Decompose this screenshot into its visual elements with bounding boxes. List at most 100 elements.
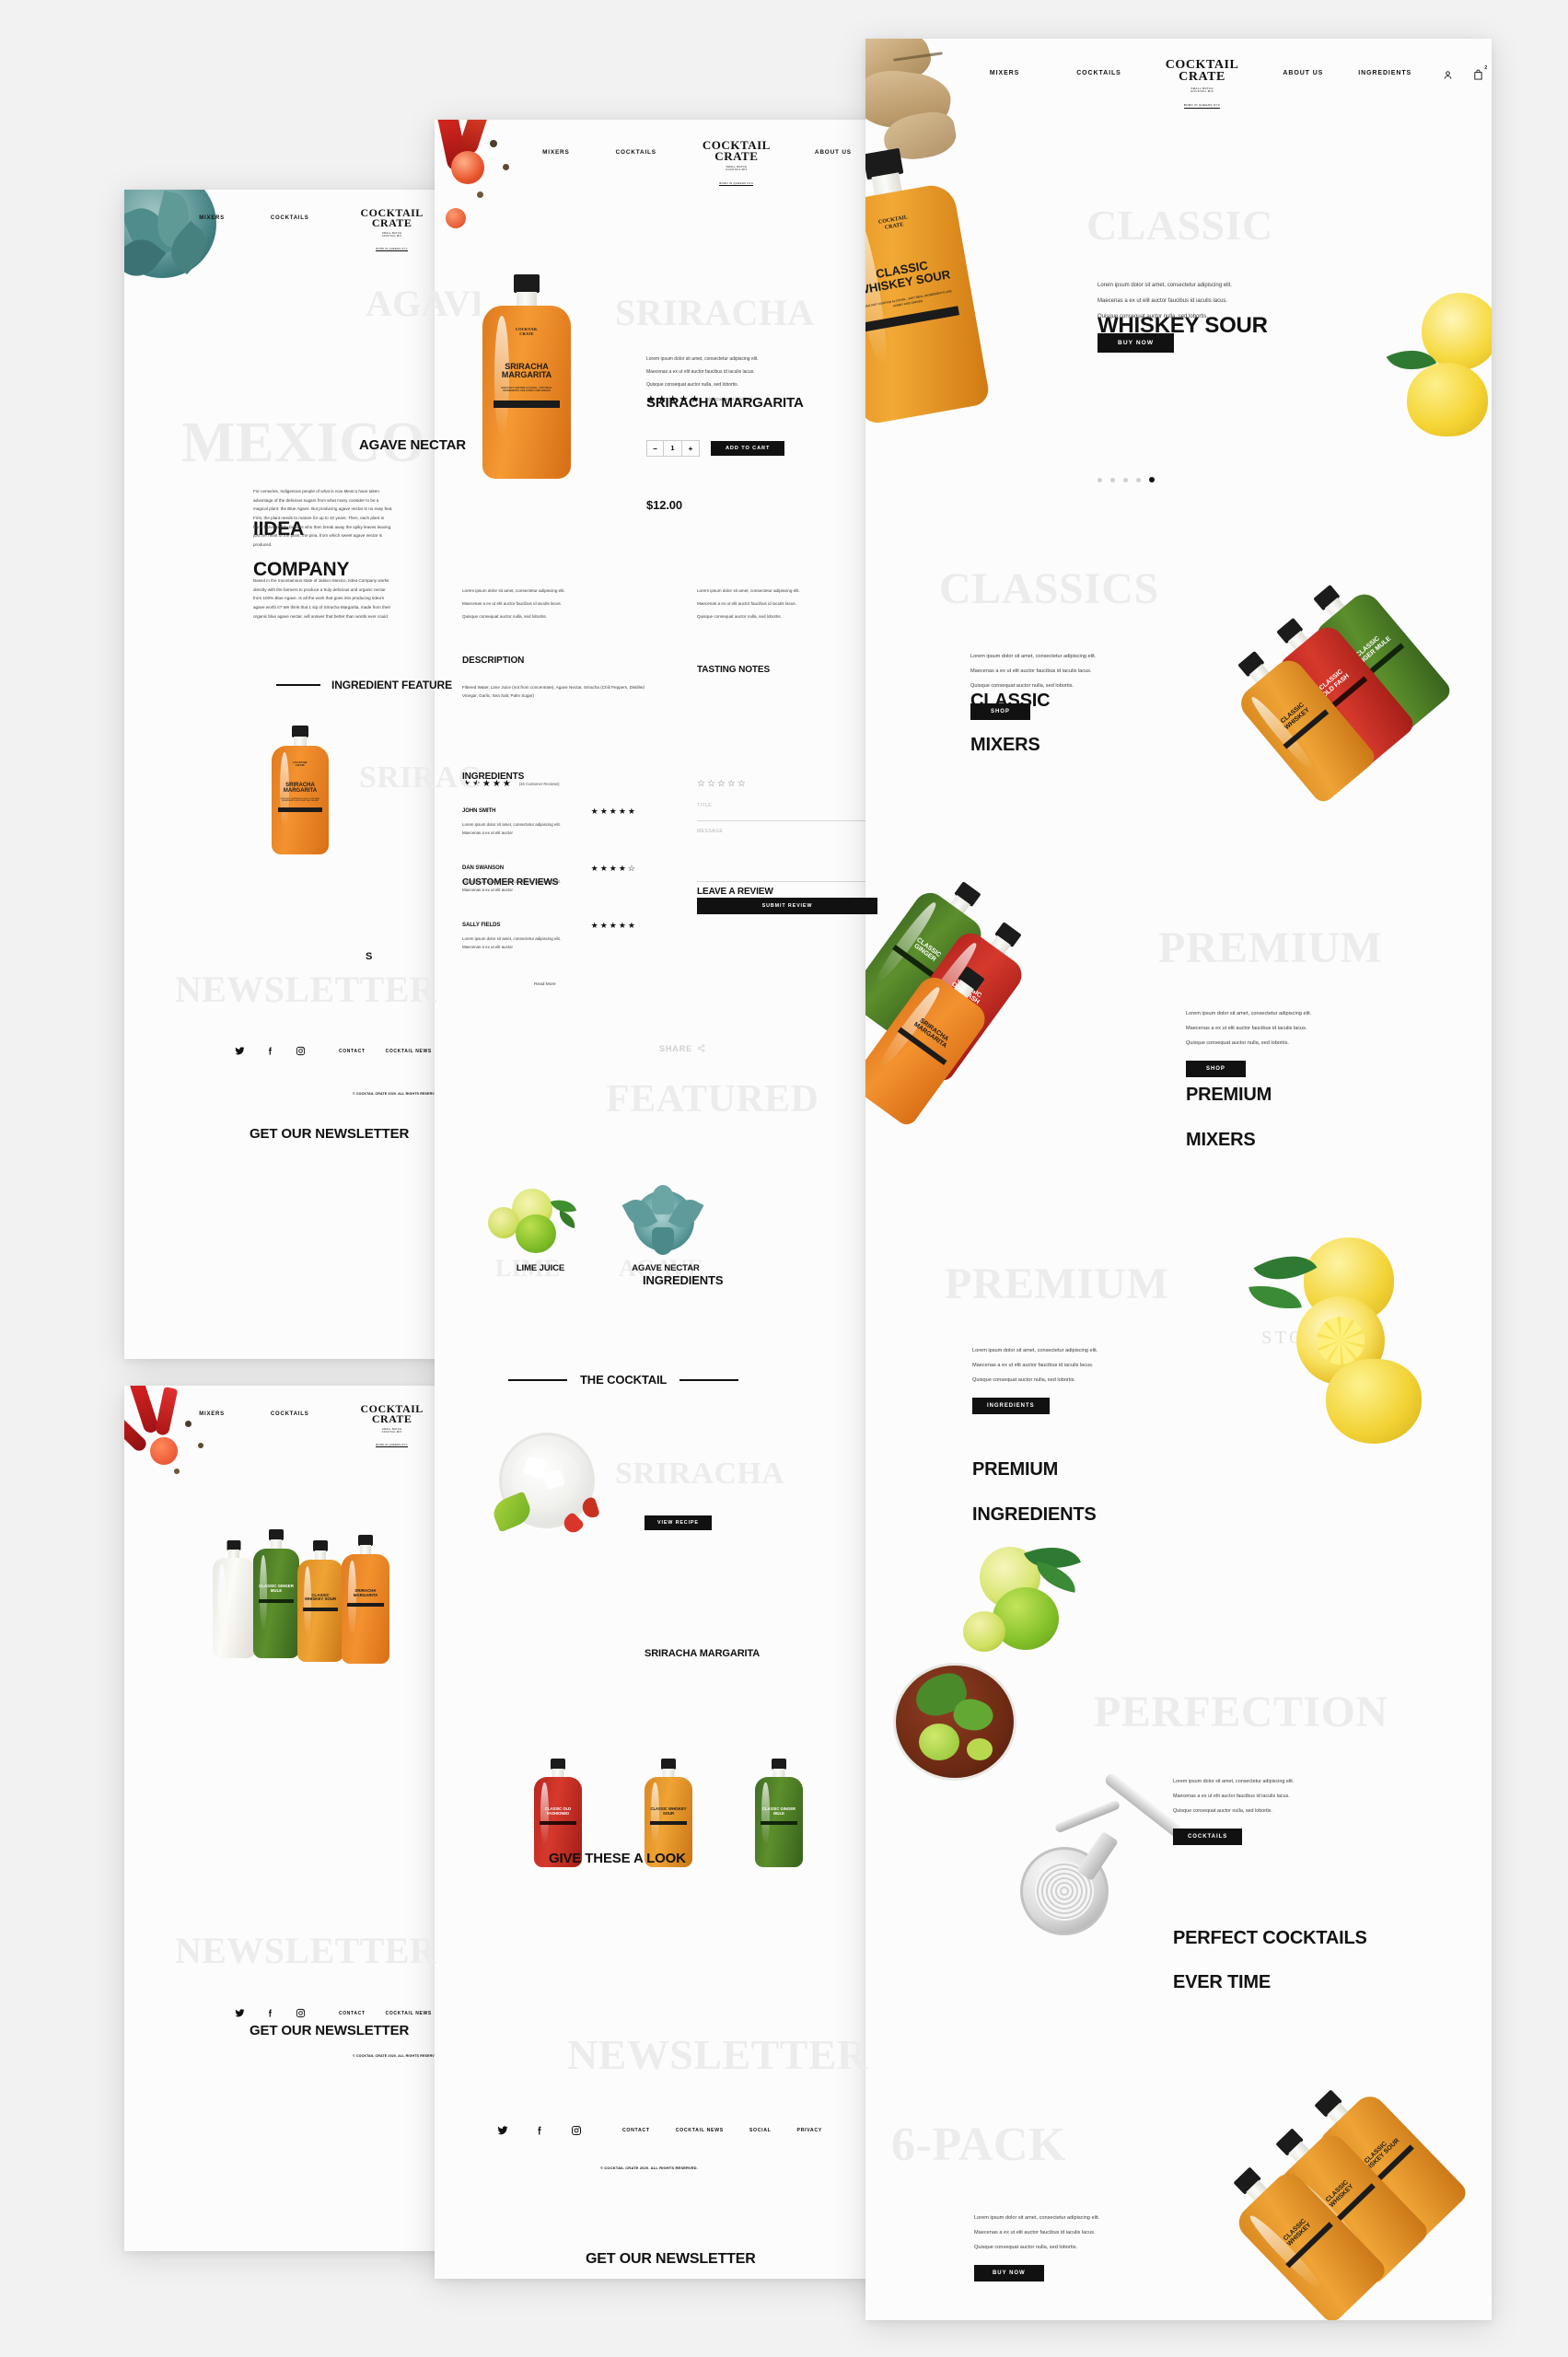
cocktail-name: SRIRACHA MARGARITA — [645, 1648, 761, 1660]
footer-bar[interactable]: CONTACT COCKTAIL NEWS SOCIAL PRIVACY — [497, 2125, 822, 2136]
carousel-dot-2[interactable] — [1110, 477, 1115, 482]
cocktail-divider-label: THE COCKTAIL — [580, 1373, 668, 1387]
brand-name-line2: CRATE — [371, 1412, 412, 1426]
bottle-label-text: CLASSIC OLD FASHIONED — [544, 1806, 572, 1816]
brand-tagline-2: COCKTAIL MIX — [1190, 89, 1214, 94]
home-nav[interactable]: MIXERS COCKTAILS COCKTAIL CRATE SMALL BA… — [865, 39, 1492, 110]
featured-ingredient-item[interactable]: LIME LIME JUICE — [481, 1183, 600, 1282]
twitter-icon[interactable] — [497, 2125, 508, 2136]
about-newsletter-heading: GET OUR NEWSLETTER — [250, 1125, 410, 1142]
qty-increment[interactable]: + — [682, 441, 699, 456]
footer-link-contact[interactable]: CONTACT — [339, 2011, 366, 2016]
share-icon[interactable] — [697, 1040, 705, 1057]
brand-tagline-2: COCKTAIL MIX — [381, 235, 402, 238]
review-title-input[interactable]: TITLE — [697, 803, 877, 821]
footer-link-contact[interactable]: CONTACT — [622, 2128, 650, 2133]
carousel-dot-5[interactable] — [1149, 477, 1155, 482]
facebook-icon[interactable] — [534, 2125, 545, 2136]
footer-link-privacy[interactable]: PRIVACY — [797, 2128, 822, 2133]
brand-logo[interactable]: COCKTAIL CRATE SMALL BATCH COCKTAIL MIX … — [360, 1403, 423, 1450]
carousel-dot-4[interactable] — [1136, 477, 1141, 482]
nav-cocktails[interactable]: COCKTAILS — [1076, 70, 1121, 76]
shopping-bag-icon[interactable]: 2 — [1473, 65, 1487, 85]
six-pack-bottle-fan[interactable]: CLASSIC WHISKEY SOUR CLASSIC WHISKEY CLA… — [1206, 2073, 1492, 2320]
footer-link-news[interactable]: COCKTAIL NEWS — [676, 2128, 724, 2133]
nav-about-us[interactable]: ABOUT US — [815, 149, 852, 156]
submit-review-button[interactable]: SUBMIT REVIEW — [697, 898, 877, 914]
margarita-glass-image — [489, 1427, 611, 1538]
bottle-label: CLASSIC GINGER MULE — [259, 1584, 294, 1603]
product-nav[interactable]: MIXERS COCKTAILS COCKTAIL CRATE SMALL BA… — [435, 120, 904, 189]
nav-ingredients[interactable]: INGREDIENTS — [1358, 70, 1411, 76]
premium-mixers-bottle-fan[interactable]: CLASSICGINGER CLASSICOLD FASH — [865, 872, 1142, 1130]
footer-link-social[interactable]: SOCIAL — [749, 2128, 772, 2133]
facebook-icon[interactable] — [265, 1046, 275, 1056]
shop-page-panel[interactable]: MIXERS COCKTAILS COCKTAIL CRATE SMALL BA… — [124, 1386, 480, 2251]
nav-about-us[interactable]: ABOUT US — [1283, 70, 1323, 76]
shop-nav[interactable]: MIXERS COCKTAILS COCKTAIL CRATE SMALL BA… — [124, 1386, 480, 1450]
premium-mixers-shop-button[interactable]: SHOP — [1186, 1061, 1246, 1077]
review-body-2: Maecenas a ex ut elit auctor — [462, 830, 513, 836]
bottle-sriracha-margarita[interactable]: SRIRACHA MARGARITA — [342, 1535, 389, 1664]
view-recipe-button[interactable]: VIEW RECIPE — [645, 1515, 712, 1530]
bottle-classic-ginger-mule[interactable]: CLASSIC GINGER MULE — [253, 1529, 299, 1658]
facebook-icon[interactable] — [265, 2008, 275, 2018]
quantity-stepper[interactable]: − 1 + — [646, 440, 700, 457]
shop-footer-bar[interactable]: CONTACT COCKTAIL NEWS — [235, 2008, 432, 2018]
review-body-2: Maecenas a ex ut elit auctor — [462, 888, 513, 893]
bottle-lineup[interactable]: CLASSIC GINGER MULE CLASSIC WHISKEY SOUR — [213, 1526, 406, 1673]
bottle-label: SRIRACHA MARGARITA DOES NOT CONTAIN ALCO… — [493, 362, 561, 408]
nav-cocktails[interactable]: COCKTAILS — [616, 149, 656, 156]
bottle-clear[interactable] — [213, 1540, 255, 1658]
nav-mixers[interactable]: MIXERS — [542, 149, 570, 156]
ingredients-heading: INGREDIENTS — [462, 771, 525, 782]
premium-ingredients-button[interactable]: INGREDIENTS — [972, 1398, 1050, 1414]
nav-mixers[interactable]: MIXERS — [990, 70, 1019, 76]
twitter-icon[interactable] — [235, 2008, 245, 2018]
share-control[interactable]: SHARE — [659, 1040, 705, 1057]
about-nav[interactable]: MIXERS COCKTAILS COCKTAIL CRATE SMALL BA… — [124, 190, 480, 254]
read-more-link[interactable]: Read More — [534, 982, 556, 987]
product-hero-bottle[interactable]: COCKTAIL CRATE SRIRACHA MARGARITA DOES NO… — [482, 274, 571, 479]
hero-carousel-dots[interactable] — [1098, 477, 1155, 482]
carousel-dot-1[interactable] — [1098, 477, 1102, 482]
about-copyright: © COCKTAIL CRATE 2020. ALL RIGHTS RESERV… — [353, 1092, 441, 1096]
sriracha-margarita-bottle[interactable]: SRIRACHA MARGARITA DOES NOT CONTAIN ALCO… — [272, 726, 329, 854]
qty-value[interactable]: 1 — [664, 441, 682, 456]
newsletter-watermark: NEWSLETTER — [567, 2031, 868, 2078]
nav-cocktails[interactable]: COCKTAILS — [271, 1411, 309, 1417]
instagram-icon[interactable] — [296, 1046, 306, 1056]
six-pack-buy-now-button[interactable]: BUY NOW — [974, 2265, 1044, 2282]
perfect-cocktails-button[interactable]: COCKTAILS — [1173, 1829, 1243, 1845]
review-message-input[interactable]: MESSAGE — [697, 829, 877, 882]
twitter-icon[interactable] — [235, 1046, 245, 1056]
user-icon[interactable] — [1443, 68, 1453, 85]
featured-ingredient-item[interactable]: AGAVE AGAVE NECTAR — [606, 1183, 726, 1282]
brand-logo[interactable]: COCKTAIL CRATE SMALL BATCH COCKTAIL MIX … — [703, 139, 771, 189]
qty-decrement[interactable]: − — [647, 441, 664, 456]
instagram-icon[interactable] — [571, 2125, 582, 2136]
classic-mixers-title-1: CLASSIC — [970, 690, 1051, 711]
about-page-panel[interactable]: MIXERS COCKTAILS COCKTAIL CRATE SMALL BA… — [124, 190, 480, 1359]
about-newsletter-watermark: NEWSLETTER — [175, 969, 437, 1010]
brand-logo[interactable]: COCKTAIL CRATE SMALL BATCH COCKTAIL MIX … — [1166, 58, 1239, 110]
carousel-dot-3[interactable] — [1123, 477, 1128, 482]
nav-mixers[interactable]: MIXERS — [199, 215, 225, 221]
brand-logo[interactable]: COCKTAIL CRATE SMALL BATCH COCKTAIL MIX … — [360, 207, 423, 254]
six-pack-lorem-2: Maecenas a ex ut elit auctor faucibus id… — [974, 2230, 1096, 2235]
lemons-image — [1208, 1232, 1484, 1453]
about-footer-bar[interactable]: CONTACT COCKTAIL NEWS — [235, 1046, 432, 1056]
nav-mixers[interactable]: MIXERS — [199, 1411, 225, 1417]
bottle-classic-whiskey-sour[interactable]: CLASSIC WHISKEY SOUR — [297, 1540, 343, 1662]
classic-mixers-bottle-fan[interactable]: CLASSIC GINGER MULE CLASSIC OLD FASH CLA… — [1215, 573, 1492, 807]
classic-mixers-shop-button[interactable]: SHOP — [970, 703, 1030, 720]
add-to-cart-button[interactable]: ADD TO CART — [711, 441, 785, 456]
footer-link-news[interactable]: COCKTAIL NEWS — [386, 1049, 432, 1054]
nav-cocktails[interactable]: COCKTAILS — [271, 215, 309, 221]
hero-buy-now-button[interactable]: BUY NOW — [1098, 333, 1175, 353]
product-page-panel[interactable]: MIXERS COCKTAILS COCKTAIL CRATE SMALL BA… — [435, 120, 904, 2279]
footer-link-news[interactable]: COCKTAIL NEWS — [386, 2011, 432, 2016]
instagram-icon[interactable] — [296, 2008, 306, 2018]
footer-link-contact[interactable]: CONTACT — [339, 1049, 366, 1054]
home-page-panel[interactable]: MIXERS COCKTAILS COCKTAIL CRATE SMALL BA… — [865, 39, 1492, 2320]
